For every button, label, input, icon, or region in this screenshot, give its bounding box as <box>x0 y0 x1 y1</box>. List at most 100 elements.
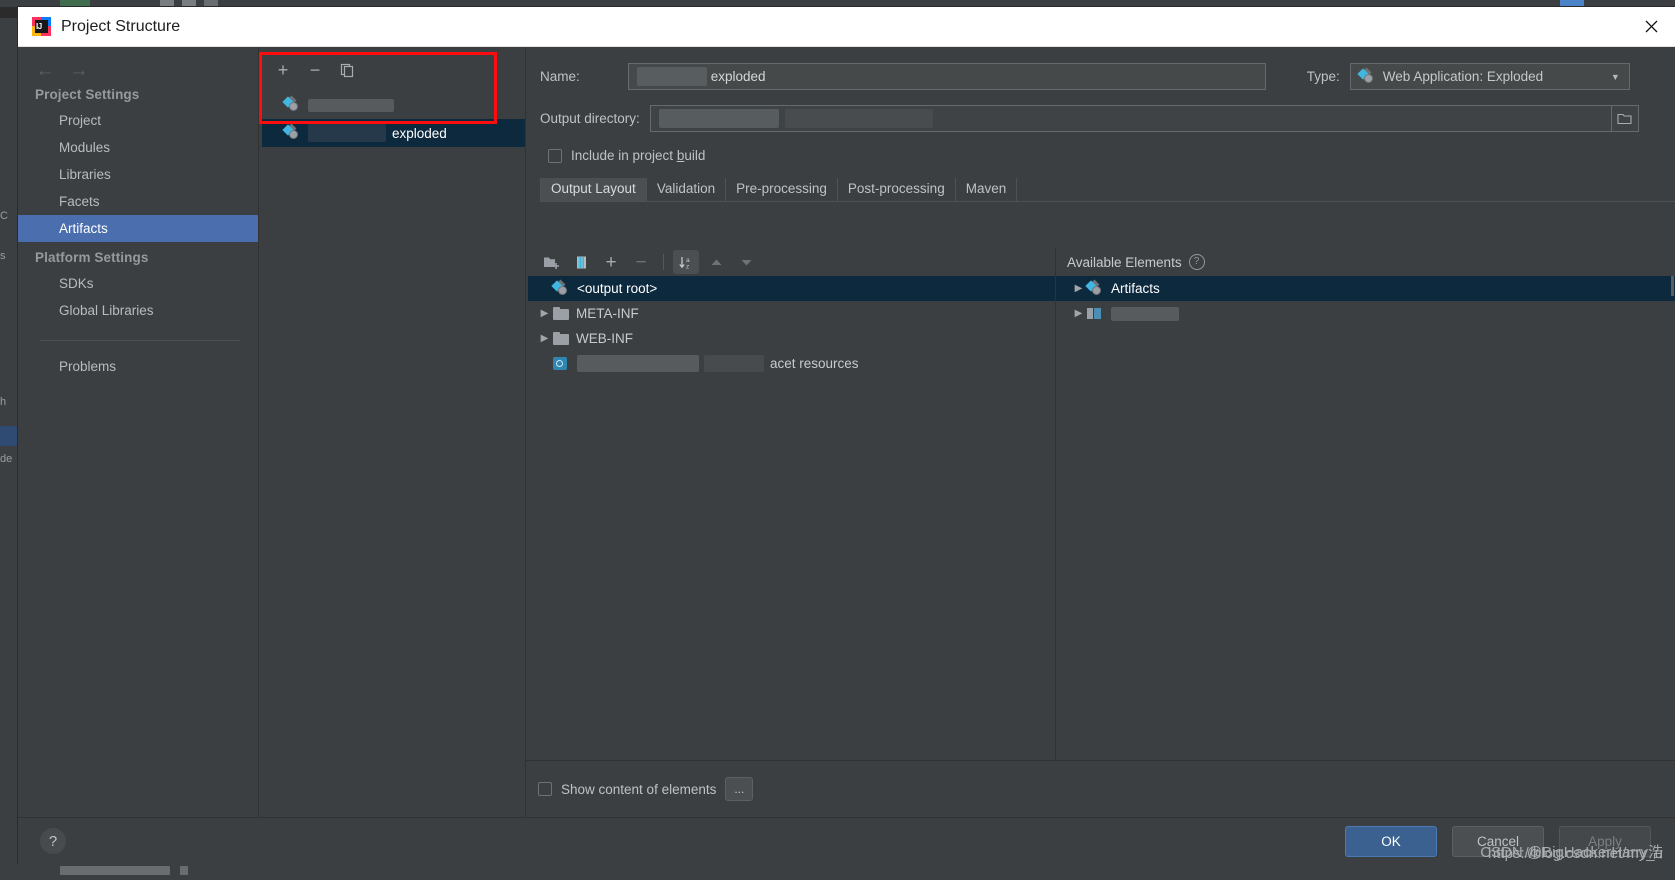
tree-row[interactable]: ▶ WEB-INF <box>528 326 1055 351</box>
output-layout-bottom-bar: Show content of elements ... <box>526 760 1675 817</box>
available-elements-title: Available Elements <box>1067 254 1182 270</box>
move-down-icon[interactable] <box>733 250 759 274</box>
artifacts-list-panel: + − exploded <box>259 47 526 817</box>
show-content-label: Show content of elements <box>561 781 717 797</box>
tree-twisty-collapsed-icon[interactable]: ▶ <box>536 333 553 344</box>
close-icon[interactable] <box>1627 7 1675 45</box>
output-directory-input[interactable] <box>649 105 1612 132</box>
ide-strip-text: h <box>0 396 7 408</box>
dialog-title: Project Structure <box>61 17 181 35</box>
ide-left-strip: C s h de <box>0 18 18 863</box>
tree-row[interactable]: ▶ META-INF <box>528 301 1055 326</box>
output-layout-toolbar: + − a z <box>526 248 1055 276</box>
tree-twisty-collapsed-icon[interactable]: ▶ <box>1070 283 1087 294</box>
sidebar-item-artifacts[interactable]: Artifacts <box>18 215 258 242</box>
sidebar-item-modules[interactable]: Modules <box>18 134 258 161</box>
minus-icon[interactable]: − <box>628 250 654 274</box>
sidebar-section-header-platform: Platform Settings <box>35 250 149 265</box>
watermark: CSDN @BigHackerHarry浩 https://blog.csdn.… <box>1480 841 1663 862</box>
tree-twisty-collapsed-icon[interactable]: ▶ <box>536 308 553 319</box>
available-elements-tree: ▶ Artifacts ▶ <box>1056 276 1675 761</box>
tab-validation[interactable]: Validation <box>647 178 727 201</box>
chevron-down-icon: ▼ <box>1610 71 1620 82</box>
sidebar-item-global-libraries[interactable]: Global Libraries <box>18 297 258 324</box>
ide-top-strip <box>0 0 1675 7</box>
include-in-build-label: Include in project build <box>571 148 705 163</box>
name-input[interactable]: exploded <box>627 63 1266 90</box>
artifact-icon <box>282 95 300 113</box>
name-input-value: exploded <box>710 69 766 84</box>
project-structure-dialog: IJ Project Structure ← → Project Setting… <box>18 7 1675 864</box>
include-in-build-checkbox[interactable] <box>548 148 562 163</box>
redacted-output-path <box>784 109 933 128</box>
move-up-icon[interactable] <box>703 250 729 274</box>
sort-alphabetically-icon[interactable]: a z <box>673 250 699 274</box>
type-dropdown[interactable]: Web Application: Exploded ▼ <box>1349 63 1630 90</box>
svg-text:z: z <box>686 263 689 270</box>
sidebar-item-problems[interactable]: Problems <box>18 353 258 380</box>
sidebar-divider <box>40 340 240 341</box>
ide-strip-text: de <box>0 453 13 465</box>
tree-row[interactable]: ▶ <box>1056 301 1675 326</box>
tab-maven[interactable]: Maven <box>956 178 1018 201</box>
available-elements-header: Available Elements ? <box>1056 248 1675 276</box>
output-layout-panel: + − a z <output root> ▶ META-INF ▶ WEB-I… <box>526 248 1056 761</box>
type-dropdown-value: Web Application: Exploded <box>1382 69 1544 84</box>
tree-row[interactable]: acet resources <box>528 351 1055 376</box>
show-content-checkbox[interactable] <box>538 782 552 796</box>
add-archive-icon[interactable] <box>568 250 594 274</box>
minus-icon[interactable]: − <box>303 58 327 82</box>
include-in-build-row: Include in project build <box>526 132 1675 163</box>
ide-top-chip <box>60 0 90 7</box>
redacted-name-prefix <box>636 67 707 86</box>
folder-browse-icon[interactable] <box>1611 105 1639 132</box>
output-directory-label: Output directory: <box>540 111 640 126</box>
arrow-right-icon[interactable]: → <box>68 59 90 81</box>
ide-top-chip <box>1560 0 1584 7</box>
include-label-post: uild <box>684 148 706 163</box>
help-icon[interactable]: ? <box>40 828 66 854</box>
output-layout-tree: <output root> ▶ META-INF ▶ WEB-INF acet … <box>528 276 1055 761</box>
sidebar-section-header-project: Project Settings <box>35 87 140 102</box>
artifact-icon <box>282 123 300 141</box>
artifact-detail-pane: Name: exploded Type: Web Application: Ex… <box>526 47 1675 817</box>
artifacts-list-item[interactable]: exploded <box>262 119 525 147</box>
scrollbar-thumb[interactable] <box>1671 276 1674 296</box>
intellij-idea-logo-icon: IJ <box>32 17 51 36</box>
tab-output-layout[interactable]: Output Layout <box>540 178 647 201</box>
output-layout-split: + − a z <output root> ▶ META-INF ▶ WEB-I… <box>526 248 1675 761</box>
sidebar-item-sdks[interactable]: SDKs <box>18 270 258 297</box>
output-directory-row: Output directory: <box>526 90 1675 132</box>
ide-top-chip <box>204 0 218 7</box>
tree-row[interactable]: <output root> <box>528 276 1055 301</box>
dialog-titlebar: IJ Project Structure <box>18 7 1675 47</box>
sidebar-item-facets[interactable]: Facets <box>18 188 258 215</box>
include-label-pre: Include in project <box>571 148 677 163</box>
type-label: Type: <box>1306 69 1340 84</box>
add-directory-icon[interactable] <box>538 250 564 274</box>
tab-pre-processing[interactable]: Pre-processing <box>726 178 838 201</box>
tree-row-label: WEB-INF <box>576 331 633 346</box>
tree-row-label: <output root> <box>577 281 658 296</box>
ide-top-chip <box>160 0 174 7</box>
tree-row[interactable]: ▶ Artifacts <box>1056 276 1675 301</box>
artifact-icon <box>1357 67 1375 85</box>
redacted-facet-path <box>704 355 764 372</box>
folder-icon <box>553 332 569 345</box>
redacted-facet-path <box>577 355 699 372</box>
tab-post-processing[interactable]: Post-processing <box>838 178 956 201</box>
arrow-left-icon[interactable]: ← <box>34 59 56 81</box>
more-options-button[interactable]: ... <box>725 777 754 801</box>
plus-icon[interactable]: + <box>271 58 295 82</box>
tree-twisty-collapsed-icon[interactable]: ▶ <box>1070 308 1087 319</box>
ok-button[interactable]: OK <box>1345 825 1437 857</box>
sidebar-item-project[interactable]: Project <box>18 107 258 134</box>
redacted-artifact-name <box>308 98 394 112</box>
ide-strip-text: s <box>0 250 6 262</box>
help-circle-icon[interactable]: ? <box>1188 254 1205 270</box>
ide-strip-text: C <box>0 210 8 222</box>
add-copy-icon[interactable]: + <box>598 250 624 274</box>
copy-icon[interactable] <box>335 58 359 82</box>
artifacts-list-item[interactable] <box>262 91 525 119</box>
sidebar-item-libraries[interactable]: Libraries <box>18 161 258 188</box>
